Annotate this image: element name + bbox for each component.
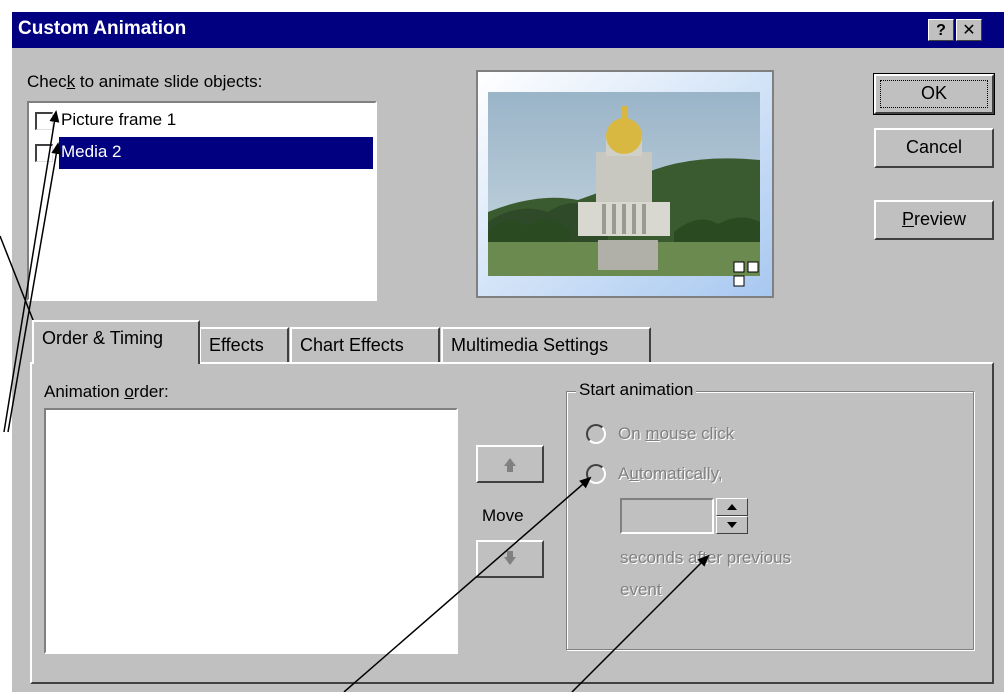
annotation-arrow — [571, 554, 710, 692]
tab-order-timing[interactable]: Order & Timing — [32, 320, 200, 364]
annotation-arrow — [3, 110, 60, 433]
tab-label: Order & Timing — [42, 328, 164, 348]
annotation-arrow — [7, 142, 62, 433]
annotation-arrow — [343, 476, 592, 692]
